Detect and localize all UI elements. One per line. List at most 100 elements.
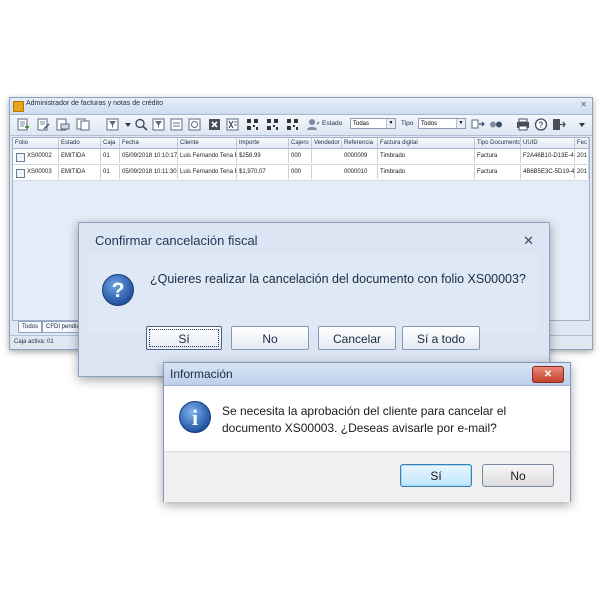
print-document-icon[interactable] (56, 118, 70, 131)
estado-label: Estado (322, 120, 343, 127)
table-cell: Timbrado (378, 165, 475, 179)
table-cell: EMITIDA (59, 149, 101, 163)
calendar-icon[interactable] (170, 118, 184, 131)
table-cell: 01 (101, 149, 120, 163)
table-cell: 05/09/2018 10:10:17 (120, 149, 178, 163)
document-icon (16, 153, 25, 162)
column-header[interactable]: Fecha (120, 138, 178, 148)
column-header[interactable]: Fec (575, 138, 589, 148)
dialog-title: Información (170, 367, 233, 381)
column-header[interactable]: Estado (59, 138, 101, 148)
payment-icon[interactable] (471, 118, 485, 131)
table-cell: $258.99 (237, 149, 289, 163)
document-icon (16, 169, 25, 178)
table-cell: 000 (289, 165, 312, 179)
tipo-select[interactable]: Todos ▼ (418, 118, 466, 129)
info-dialog: Información ✕ i Se necesita la aprobació… (163, 362, 571, 502)
help-icon[interactable]: ? (534, 118, 548, 131)
table-cell: $1,970.07 (237, 165, 289, 179)
close-icon[interactable]: ✕ (532, 366, 564, 383)
table-cell: Luis Fernando Tena Ru (178, 149, 237, 163)
yes-to-all-button[interactable]: Sí a todo (402, 326, 480, 350)
table-cell: 201 (575, 149, 589, 163)
no-button[interactable]: No (231, 326, 309, 350)
transfer-icon[interactable] (489, 118, 503, 131)
table-cell: Factura (475, 165, 521, 179)
column-header[interactable]: Importe (237, 138, 289, 148)
user-icon[interactable] (306, 118, 320, 131)
copy-document-icon[interactable] (76, 118, 90, 131)
exit-icon[interactable] (552, 118, 566, 131)
filter-clear-icon[interactable] (152, 118, 166, 131)
column-header[interactable]: Factura digital (378, 138, 475, 148)
title-bar: Información ✕ (164, 363, 570, 386)
dialog-message: Se necesita la aprobación del cliente pa… (222, 404, 507, 435)
timbrar-icon[interactable] (188, 118, 202, 131)
table-cell: 000 (289, 149, 312, 163)
svg-text:?: ? (112, 279, 125, 302)
status-text: Caja activa: 01 (14, 339, 54, 345)
column-header[interactable]: Vendedor (312, 138, 342, 148)
tipo-select-value: Todos (421, 121, 438, 127)
column-header[interactable]: Caja (101, 138, 120, 148)
new-document-icon[interactable] (16, 118, 30, 131)
app-icon (13, 101, 24, 112)
table-cell: XS00003 (25, 165, 59, 179)
search-icon[interactable] (134, 118, 148, 131)
title-bar: Administrador de facturas y notas de cré… (10, 98, 592, 115)
svg-text:?: ? (539, 121, 544, 130)
estado-select-value: Todas (353, 121, 370, 127)
svg-text:i: i (192, 405, 198, 430)
cancel-button[interactable]: Cancelar (318, 326, 396, 350)
column-header[interactable]: Tipo Documento (475, 138, 521, 148)
column-header[interactable]: Referencia (342, 138, 378, 148)
dialog-body (87, 253, 539, 333)
table-cell: F2A46B10-D13E-4C (521, 149, 575, 163)
tipo-label: Tipo (401, 120, 414, 127)
table-row[interactable]: XS00003 EMITIDA 01 05/09/2018 10:11:30 L… (13, 165, 589, 181)
print-icon[interactable] (516, 118, 530, 131)
table-cell: 201 (575, 165, 589, 179)
table-cell: 01 (101, 165, 120, 179)
info-icon: i (178, 400, 212, 434)
column-header[interactable]: Cliente (178, 138, 237, 148)
table-cell: Factura (475, 149, 521, 163)
table-cell: 05/09/2018 10:11:30 (120, 165, 178, 179)
qr-code-icon[interactable] (286, 118, 300, 131)
grid-header: Folio Estado Caja Fecha Cliente Importe … (13, 138, 589, 149)
toolbar: Estado Todas ▼ Tipo Todos ▼ ? (10, 115, 592, 136)
close-icon[interactable]: ✕ (580, 100, 587, 109)
table-cell: Timbrado (378, 149, 475, 163)
cancel-x-icon[interactable] (208, 118, 222, 131)
column-header[interactable]: UUID (521, 138, 575, 148)
table-cell: 0000010 (342, 165, 378, 179)
excel-icon[interactable] (226, 118, 240, 131)
chevron-down-icon: ▼ (456, 119, 465, 128)
chevron-down-icon[interactable] (575, 118, 585, 131)
chevron-down-icon[interactable] (121, 118, 131, 131)
dialog-message: ¿Quieres realizar la cancelación del doc… (150, 272, 526, 286)
window-title: Administrador de facturas y notas de cré… (26, 100, 163, 107)
estado-select[interactable]: Todas ▼ (350, 118, 396, 129)
no-button[interactable]: No (482, 464, 554, 487)
column-header[interactable]: Cajero (289, 138, 312, 148)
column-header[interactable]: Folio (13, 138, 59, 148)
dialog-footer: Sí No (164, 451, 570, 502)
qr-code-icon[interactable] (246, 118, 260, 131)
table-cell: 4B6B5E3C-5D19-4C (521, 165, 575, 179)
filter-icon[interactable] (106, 118, 120, 131)
confirm-cancel-dialog: Confirmar cancelación fiscal ✕ ? ¿Quiere… (78, 222, 550, 377)
table-cell: 0000009 (342, 149, 378, 163)
dialog-title: Confirmar cancelación fiscal (95, 233, 258, 248)
yes-button[interactable]: Sí (400, 464, 472, 487)
table-cell: Luis Fernando Tena Ru (178, 165, 237, 179)
edit-document-icon[interactable] (36, 118, 50, 131)
close-icon[interactable]: ✕ (523, 233, 534, 249)
table-row[interactable]: XS00002 EMITIDA 01 05/09/2018 10:10:17 L… (13, 149, 589, 165)
tab-todos[interactable]: Todos (18, 321, 43, 333)
table-cell: XS00002 (25, 149, 59, 163)
qr-code-icon[interactable] (266, 118, 280, 131)
table-cell: EMITIDA (59, 165, 101, 179)
yes-button[interactable]: Sí (146, 326, 222, 350)
chevron-down-icon: ▼ (386, 119, 395, 128)
